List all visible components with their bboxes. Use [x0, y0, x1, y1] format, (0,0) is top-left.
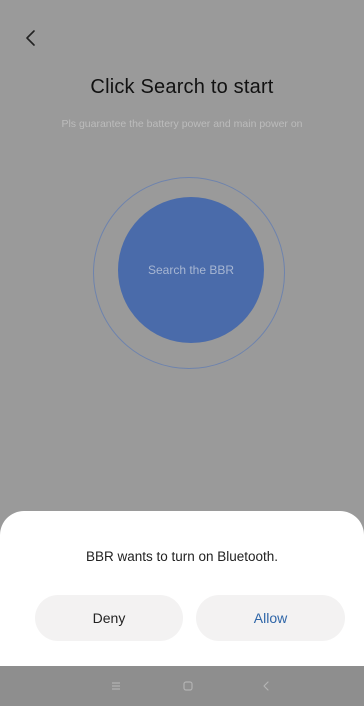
allow-button[interactable]: Allow — [196, 595, 345, 641]
page-title: Click Search to start — [90, 76, 274, 98]
page-subtitle: Pls guarantee the battery power and main… — [61, 118, 303, 130]
chevron-left-icon — [26, 30, 35, 46]
system-navigation-bar — [0, 666, 364, 706]
home-icon — [183, 681, 193, 691]
app-screen: Click Search to start Pls guarantee the … — [0, 0, 364, 706]
dialog-message: BBR wants to turn on Bluetooth. — [85, 549, 279, 564]
search-bbr-label: Search the BBR — [147, 263, 235, 277]
back-icon — [263, 681, 269, 691]
bluetooth-permission-dialog: BBR wants to turn on Bluetooth. Deny All… — [0, 511, 364, 666]
deny-button-label: Deny — [92, 610, 126, 626]
system-back-button[interactable] — [256, 676, 276, 696]
recent-apps-button[interactable] — [106, 676, 126, 696]
recent-apps-icon — [112, 682, 120, 690]
allow-button-label: Allow — [253, 610, 288, 626]
search-bbr-button[interactable]: Search the BBR — [118, 197, 264, 343]
home-button[interactable] — [178, 676, 198, 696]
deny-button[interactable]: Deny — [35, 595, 183, 641]
back-button[interactable] — [18, 26, 42, 50]
